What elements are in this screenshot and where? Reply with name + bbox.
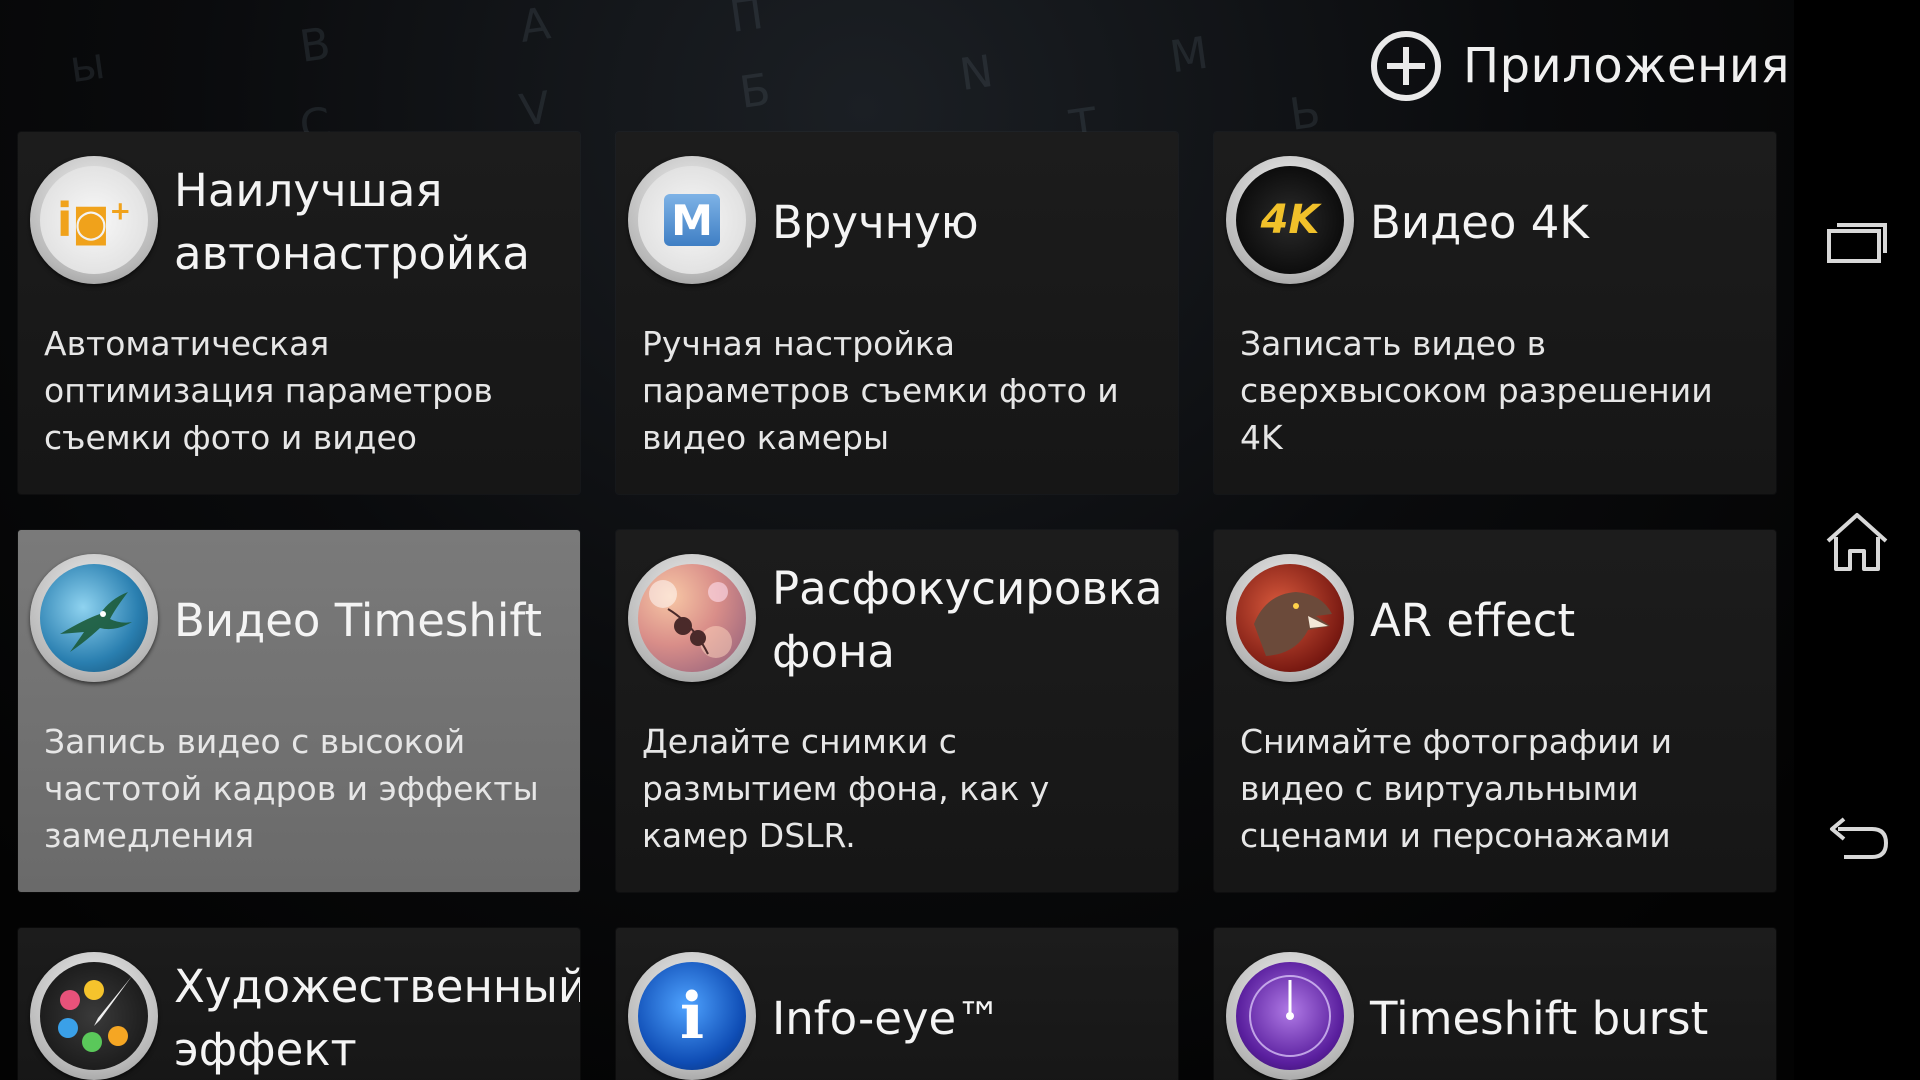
camera-app-picker: ы В А П N М С V Б Т Ь Приложения i◙+ Наи… [0,0,1920,1080]
mode-title: Вручную [772,195,979,249]
bokeh-icon [628,554,756,682]
mode-tile-background-defocus[interactable]: Расфокусировка фона Делайте снимки с раз… [616,530,1178,892]
mode-tile-manual[interactable]: M Вручную Ручная настройка параметров съ… [616,132,1178,494]
bg-letter: П [726,0,767,44]
bg-letter: В [296,18,334,73]
mode-tile-ar-effect[interactable]: AR effect Снимайте фотографии и видео с … [1214,530,1776,892]
dinosaur-icon [1226,554,1354,682]
mode-title: Видео 4K [1370,195,1589,249]
mode-tile-timeshift-video[interactable]: Видео Timeshift Запись видео с высокой ч… [18,530,580,892]
mode-description: Запись видео с высокой частотой кадров и… [44,722,539,855]
mode-tile-superior-auto[interactable]: i◙+ Наилучшая автонастройка Автоматическ… [18,132,580,494]
bg-letter: Б [736,64,774,119]
apps-button-label: Приложения [1462,38,1790,94]
mode-title: Художественный эффект [174,960,580,1076]
mode-tile-video-4k[interactable]: 4K Видео 4K Записать видео в сверхвысоко… [1214,132,1776,494]
back-arrow-icon [1830,817,1889,859]
bg-letter: N [956,45,997,102]
navigation-bar [1794,0,1920,1080]
home-icon [1826,513,1888,571]
manual-mode-icon: M [628,156,756,284]
bg-letter: ы [66,37,109,94]
mode-tile-timeshift-burst[interactable]: Timeshift burst [1214,928,1776,1080]
recent-apps-icon [1827,223,1887,263]
info-icon: i [628,952,756,1080]
recent-apps-button[interactable] [1794,186,1920,296]
home-button[interactable] [1794,486,1920,596]
bg-letter: V [516,82,554,137]
burst-clock-icon [1226,952,1354,1080]
mode-description: Делайте снимки с размытием фона, как у к… [642,722,1050,855]
auto-camera-icon: i◙+ [30,156,158,284]
mode-title: Info-eye™ [772,991,1002,1045]
mode-tile-info-eye[interactable]: i Info-eye™ [616,928,1178,1080]
mode-title: AR effect [1370,593,1576,647]
mode-description: Ручная настройка параметров съемки фото … [642,324,1119,457]
hummingbird-icon [30,554,158,682]
bg-letter: М [1166,27,1212,84]
back-button[interactable] [1794,786,1920,896]
bg-letter: А [516,0,554,53]
mode-description: Записать видео в сверхвысоком разрешении… [1240,324,1713,457]
palette-icon [30,952,158,1080]
mode-description: Снимайте фотографии и видео с виртуальны… [1240,722,1673,855]
camera-modes-grid: i◙+ Наилучшая автонастройка Автоматическ… [18,132,1776,1080]
mode-title: Timeshift burst [1370,991,1709,1045]
mode-title: Видео Timeshift [174,593,543,647]
mode-title: Расфокусировка фона [772,562,1163,678]
video-4k-icon: 4K [1226,156,1354,284]
add-apps-button[interactable]: Приложения [1370,24,1790,108]
mode-description: Автоматическая оптимизация параметров съ… [44,324,493,457]
mode-title: Наилучшая автонастройка [174,164,530,280]
mode-tile-artistic-effect[interactable]: Художественный эффект [18,928,580,1080]
plus-circle-icon [1370,31,1441,101]
